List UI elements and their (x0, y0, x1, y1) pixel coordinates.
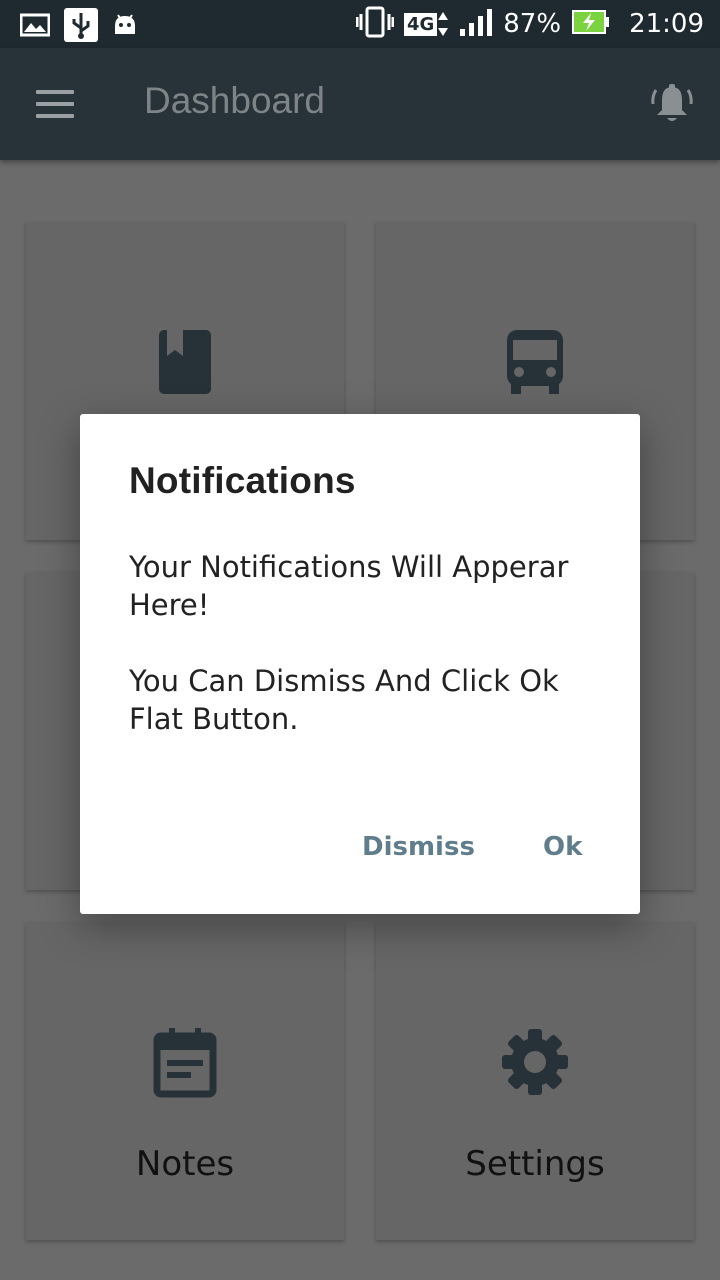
battery-percent: 87% (503, 9, 562, 39)
clock: 21:09 (629, 9, 704, 39)
notifications-dialog: Notifications Your Notifications Will Ap… (80, 414, 640, 914)
usb-icon (64, 8, 98, 46)
battery-charging-icon (571, 9, 611, 39)
dialog-message-1: Your Notifications Will Apperar Here! (129, 550, 569, 622)
gear-icon (499, 1026, 571, 1098)
status-bar: 4G 87% 21:09 (0, 0, 720, 48)
book-icon (149, 326, 221, 398)
gallery-icon (19, 13, 51, 41)
vibrate-icon (355, 6, 395, 42)
card-label: Settings (465, 1144, 605, 1184)
network-4g-icon: 4G (403, 10, 449, 38)
dialog-message-2: You Can Dismiss And Click Ok Flat Button… (129, 664, 559, 736)
dialog-body: Your Notifications Will Apperar Here! Yo… (129, 548, 599, 776)
bus-icon (499, 326, 571, 398)
card-label: Notes (135, 1144, 235, 1184)
card-settings[interactable]: Settings (376, 922, 694, 1240)
menu-icon[interactable] (36, 90, 74, 118)
notifications-bell-icon[interactable] (650, 82, 694, 126)
android-icon (112, 12, 138, 42)
dismiss-button[interactable]: Dismiss (362, 832, 475, 862)
dialog-title: Notifications (129, 460, 356, 501)
ok-button[interactable]: Ok (543, 832, 582, 862)
card-notes[interactable]: Notes (26, 922, 344, 1240)
page-title: Dashboard (144, 80, 326, 121)
app-bar: Dashboard (0, 48, 720, 160)
signal-icon (459, 7, 493, 41)
event-note-icon (149, 1026, 221, 1098)
